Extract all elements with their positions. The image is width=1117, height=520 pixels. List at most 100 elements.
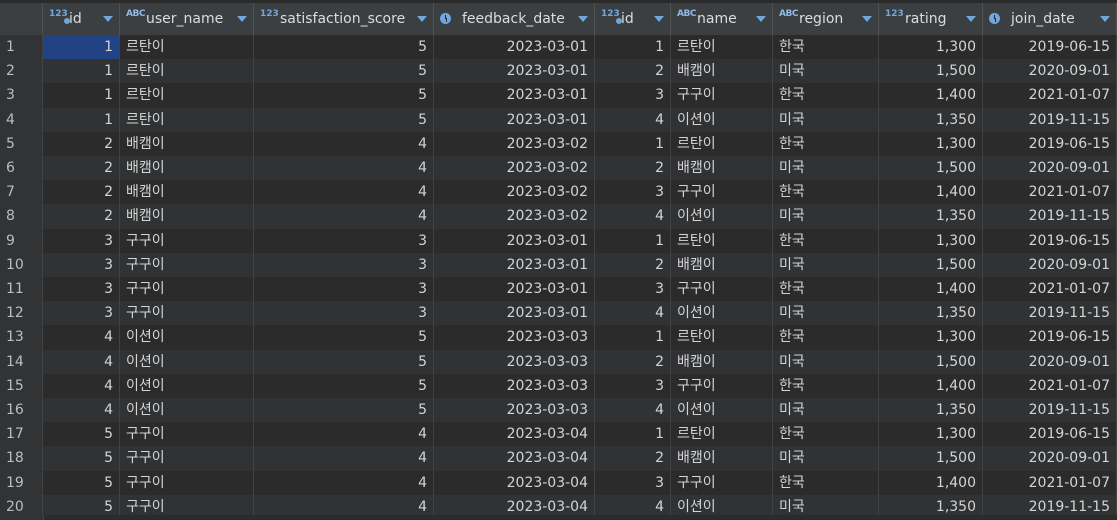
table-cell[interactable]: 4 — [595, 398, 671, 423]
table-cell[interactable]: 1,400 — [879, 277, 983, 302]
table-cell[interactable]: 2019-06-15 — [983, 228, 1117, 253]
table-row[interactable]: 13 4 이션이 5 2023-03-03 1 르탄이 한국 1,300 2019-06-15 — [0, 325, 1117, 351]
table-cell[interactable]: 이션이 — [120, 349, 254, 374]
table-cell[interactable]: 구구이 — [671, 470, 773, 495]
table-cell[interactable]: 2023-03-03 — [434, 398, 595, 423]
table-cell[interactable]: 1 — [595, 422, 671, 447]
table-cell[interactable]: 2023-03-01 — [434, 107, 595, 132]
table-cell[interactable]: 5 — [254, 373, 434, 398]
table-cell[interactable]: 1,500 — [879, 252, 983, 277]
table-row[interactable]: 16 4 이션이 5 2023-03-03 4 이션이 미국 1,350 2019-11-15 — [0, 398, 1117, 424]
table-cell[interactable]: 2 — [43, 204, 120, 229]
row-number[interactable]: 18 — [0, 446, 43, 471]
table-cell[interactable]: 3 — [254, 252, 434, 277]
table-cell[interactable]: 르탄이 — [671, 325, 773, 350]
table-cell[interactable]: 1,500 — [879, 349, 983, 374]
table-cell[interactable]: 한국 — [773, 373, 879, 398]
table-cell[interactable]: 4 — [43, 325, 120, 350]
table-row[interactable]: 8 2 배캠이 4 2023-03-02 4 이션이 미국 1,350 2019-11-15 — [0, 204, 1117, 230]
table-cell[interactable]: 2 — [43, 180, 120, 205]
table-cell[interactable]: 4 — [595, 107, 671, 132]
row-number[interactable]: 1 — [0, 35, 43, 60]
row-number[interactable]: 2 — [0, 59, 43, 84]
table-cell[interactable]: 이션이 — [120, 325, 254, 350]
table-cell[interactable]: 배캠이 — [120, 204, 254, 229]
table-row[interactable]: 5 2 배캠이 4 2023-03-02 1 르탄이 한국 1,300 2019-06-15 — [0, 131, 1117, 157]
table-cell[interactable]: 르탄이 — [120, 59, 254, 84]
table-row[interactable]: 10 3 구구이 3 2023-03-01 2 배캠이 미국 1,500 2020-09-01 — [0, 252, 1117, 278]
table-cell[interactable]: 3 — [43, 228, 120, 253]
table-cell[interactable]: 1 — [595, 325, 671, 350]
table-row[interactable]: 19 5 구구이 4 2023-03-04 3 구구이 한국 1,400 2021-01-07 — [0, 470, 1117, 496]
column-header-rating[interactable]: 123 rating — [879, 3, 983, 35]
table-cell[interactable]: 5 — [254, 35, 434, 60]
table-cell[interactable]: 이션이 — [120, 398, 254, 423]
table-cell[interactable]: 한국 — [773, 180, 879, 205]
table-row[interactable]: 2 1 르탄이 5 2023-03-01 2 배캠이 미국 1,500 2020-09-01 — [0, 59, 1117, 85]
table-cell[interactable]: 2020-09-01 — [983, 156, 1117, 181]
table-cell[interactable]: 2023-03-01 — [434, 59, 595, 84]
table-cell[interactable]: 1 — [43, 35, 120, 60]
table-cell[interactable]: 배캠이 — [671, 446, 773, 471]
table-cell[interactable]: 미국 — [773, 398, 879, 423]
table-row[interactable]: 18 5 구구이 4 2023-03-04 2 배캠이 미국 1,500 2020-09-01 — [0, 446, 1117, 472]
column-header-satisfaction-score[interactable]: 123 satisfaction_score — [254, 3, 434, 35]
table-cell[interactable]: 구구이 — [120, 422, 254, 447]
table-cell[interactable]: 1,300 — [879, 35, 983, 60]
table-cell[interactable]: 1,350 — [879, 301, 983, 326]
table-cell[interactable]: 1,400 — [879, 373, 983, 398]
table-cell[interactable]: 1 — [595, 228, 671, 253]
table-cell[interactable]: 1,300 — [879, 228, 983, 253]
table-cell[interactable]: 2019-06-15 — [983, 422, 1117, 447]
table-cell[interactable]: 3 — [595, 470, 671, 495]
table-cell[interactable]: 한국 — [773, 131, 879, 156]
table-cell[interactable]: 구구이 — [120, 252, 254, 277]
row-number[interactable]: 17 — [0, 422, 43, 447]
table-cell[interactable]: 1 — [43, 59, 120, 84]
table-cell[interactable]: 르탄이 — [671, 228, 773, 253]
table-cell[interactable]: 2023-03-01 — [434, 277, 595, 302]
table-cell[interactable]: 1,350 — [879, 398, 983, 423]
row-number[interactable]: 19 — [0, 470, 43, 495]
table-cell[interactable]: 1 — [43, 83, 120, 108]
table-cell[interactable]: 2023-03-01 — [434, 252, 595, 277]
table-cell[interactable]: 4 — [254, 131, 434, 156]
table-cell[interactable]: 배캠이 — [671, 349, 773, 374]
table-cell[interactable]: 3 — [43, 252, 120, 277]
table-cell[interactable]: 2023-03-01 — [434, 35, 595, 60]
table-cell[interactable]: 르탄이 — [120, 107, 254, 132]
table-cell[interactable]: 3 — [595, 180, 671, 205]
column-filter-arrow-icon[interactable] — [417, 16, 427, 22]
table-cell[interactable]: 5 — [254, 325, 434, 350]
row-number[interactable]: 16 — [0, 398, 43, 423]
table-cell[interactable]: 2023-03-01 — [434, 83, 595, 108]
table-cell[interactable]: 구구이 — [120, 277, 254, 302]
table-cell[interactable]: 2023-03-02 — [434, 204, 595, 229]
table-cell[interactable]: 4 — [254, 156, 434, 181]
table-cell[interactable]: 1 — [595, 35, 671, 60]
table-cell[interactable]: 1 — [43, 107, 120, 132]
table-cell[interactable]: 2020-09-01 — [983, 252, 1117, 277]
row-number[interactable]: 3 — [0, 83, 43, 108]
table-cell[interactable]: 5 — [43, 446, 120, 471]
table-cell[interactable]: 1,500 — [879, 446, 983, 471]
table-cell[interactable]: 2020-09-01 — [983, 349, 1117, 374]
row-number[interactable]: 14 — [0, 349, 43, 374]
table-cell[interactable]: 4 — [254, 180, 434, 205]
column-header-join-date[interactable]: join_date — [983, 3, 1117, 35]
table-cell[interactable]: 2019-06-15 — [983, 131, 1117, 156]
column-filter-arrow-icon[interactable] — [654, 16, 664, 22]
row-number[interactable]: 6 — [0, 156, 43, 181]
row-number[interactable]: 4 — [0, 107, 43, 132]
table-cell[interactable]: 미국 — [773, 204, 879, 229]
table-cell[interactable]: 배캠이 — [120, 156, 254, 181]
table-cell[interactable]: 4 — [43, 398, 120, 423]
table-cell[interactable]: 2019-11-15 — [983, 301, 1117, 326]
column-filter-arrow-icon[interactable] — [237, 16, 247, 22]
table-cell[interactable]: 한국 — [773, 228, 879, 253]
table-cell[interactable]: 2023-03-04 — [434, 446, 595, 471]
column-header-name[interactable]: ABC name — [671, 3, 773, 35]
table-cell[interactable]: 미국 — [773, 301, 879, 326]
column-filter-arrow-icon[interactable] — [756, 16, 766, 22]
table-row[interactable]: 6 2 배캠이 4 2023-03-02 2 배캠이 미국 1,500 2020-09-01 — [0, 156, 1117, 182]
